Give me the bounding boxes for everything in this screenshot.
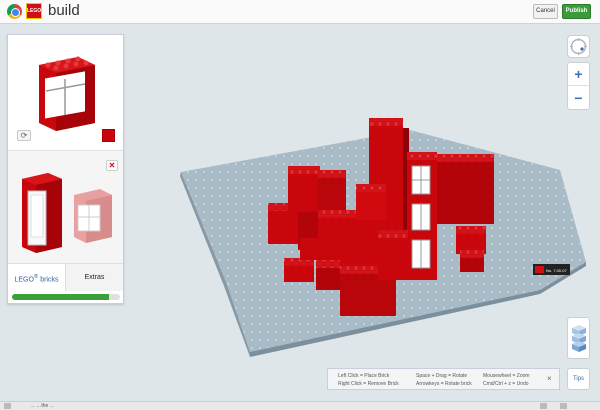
controls-help-bar: Left Click = Place Brick Right Click = R… — [327, 368, 560, 390]
taskbar-tray-icon[interactable] — [540, 403, 547, 409]
brick-usage-progress — [12, 294, 120, 300]
progress-fill — [12, 294, 110, 300]
publish-button[interactable]: Publish — [562, 4, 591, 19]
tab-lego-label: LEGO — [14, 276, 34, 284]
zoom-in-button[interactable]: + — [568, 63, 589, 86]
help-undo: Cmd/Ctrl + z = Undo — [483, 381, 529, 387]
help-mousewheel: Mousewheel = Zoom — [483, 373, 530, 379]
tips-button[interactable]: Tips — [567, 368, 590, 390]
zoom-controls: + − — [567, 62, 590, 110]
baseplate-badge: No. 7.00.07 — [533, 264, 570, 275]
window-brick-small-icon[interactable] — [74, 189, 112, 243]
color-picker-swatch[interactable] — [102, 129, 115, 142]
cancel-button[interactable]: Cancel — [533, 4, 558, 19]
door-brick-icon[interactable] — [22, 173, 62, 253]
svg-text:No. 7.00.07: No. 7.00.07 — [546, 268, 567, 273]
zoom-out-button[interactable]: − — [568, 87, 589, 110]
help-right-click: Right Click = Remove Brick — [338, 381, 399, 387]
help-arrowkeys: Arrowkeys = Rotate brick — [416, 381, 472, 387]
os-taskbar: … …the … — [0, 401, 600, 410]
recent-bricks: ✕ — [8, 151, 123, 263]
rotate-brick-icon[interactable]: ⟳ — [17, 130, 31, 141]
tab-lego-bricks[interactable]: LEGO® bricks — [8, 264, 65, 291]
help-left-click: Left Click = Place Brick — [338, 373, 390, 379]
app-title: build — [48, 2, 80, 19]
brick-tabs: LEGO® bricks Extras — [8, 263, 123, 291]
brick-panel: ⟳ ✕ LEGO® bricks Extras — [7, 34, 124, 304]
compass-icon[interactable] — [567, 35, 590, 58]
tab-lego-suffix: bricks — [38, 276, 59, 284]
taskbar-tray-icon-2[interactable] — [560, 403, 567, 409]
layer-stack-icon[interactable] — [567, 317, 590, 359]
tab-extras[interactable]: Extras — [65, 264, 123, 291]
compass-dial-icon — [570, 38, 587, 55]
chrome-logo-icon — [7, 4, 22, 19]
lego-logo-icon: LEGO — [26, 3, 42, 19]
close-help-icon[interactable]: × — [547, 374, 552, 383]
app-header: LEGO build Cancel Publish — [0, 0, 600, 24]
taskbar-app-icon[interactable] — [4, 403, 11, 409]
taskbar-text: … …the … — [30, 403, 55, 409]
remove-brick-icon[interactable]: ✕ — [106, 160, 118, 171]
help-space-drag: Space + Drag = Rotate — [416, 373, 468, 379]
stack-bricks-icon — [572, 325, 586, 352]
